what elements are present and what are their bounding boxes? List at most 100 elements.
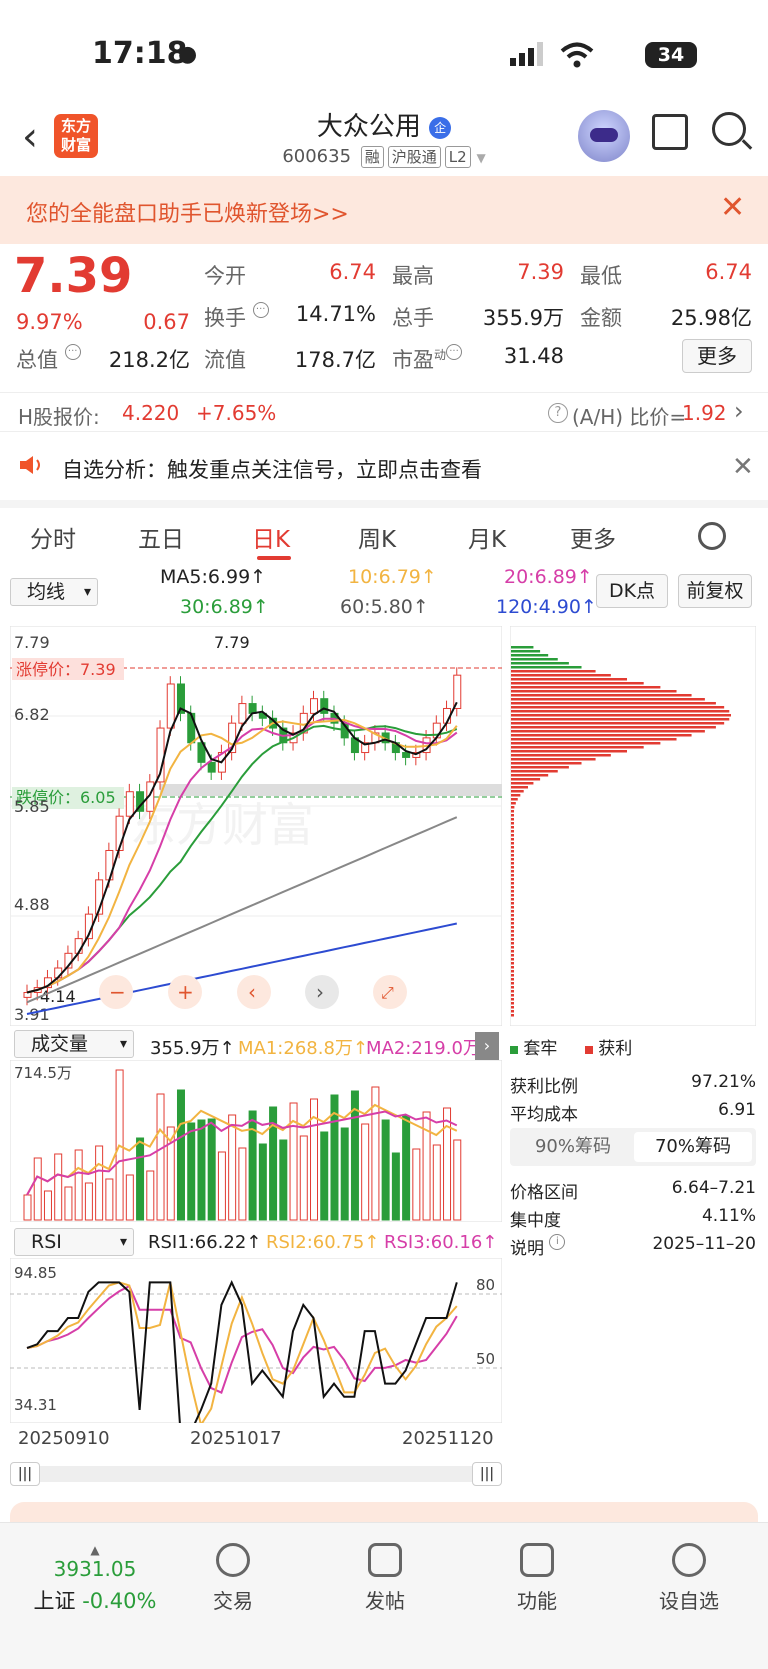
volume-bar [248,1110,257,1221]
avg-cost-value: 6.91 [718,1100,756,1120]
svg-text:⤢: ⤢ [381,983,394,1002]
indicator-select[interactable]: 均线 [10,578,98,606]
chip-bar [511,866,514,869]
chip-bar [511,726,716,729]
seg-70[interactable]: 70%筹码 [634,1132,752,1162]
rsi-80-label: 80 [476,1276,495,1294]
rsi-header: RSI RSI1:66.22↑ RSI2:60.75↑ RSI3:60.16↑ [0,1228,505,1258]
volume-ma1: MA1:268.8万↑ [238,1038,368,1059]
tab-weekly-k[interactable]: 周K [358,520,396,554]
rsi-select[interactable]: RSI [14,1228,134,1256]
tab-monthly-k[interactable]: 月K [468,520,506,554]
chevron-down-icon[interactable]: ▼ [476,151,485,165]
high-label: 最高 [392,264,434,288]
chip-bar [511,958,514,961]
chip-bar [511,686,661,689]
stock-header: ‹ 东方 财富 大众公用 企 600635 融沪股通 L2 ▼ [0,100,768,176]
nav-add-watchlist[interactable]: 设自选 [634,1543,744,1614]
enterprise-icon: 企 [429,116,452,139]
chip-bar [511,946,514,949]
volume-bar [443,1107,452,1221]
dk-point-button[interactable]: DK点 [596,574,668,608]
chip-bar [511,878,514,881]
chip-bar [511,694,692,697]
svg-text:‹: ‹ [248,980,256,1004]
chip-bar [511,658,558,661]
chip-bar [511,998,514,1001]
close-icon[interactable]: ✕ [720,190,745,225]
collapse-handle-icon[interactable]: › [475,1032,499,1060]
volume-bar [402,1115,411,1221]
chart-scrollbar[interactable]: ||| ||| [10,1460,502,1488]
date-end: 20251120 [402,1428,494,1449]
help-icon[interactable]: ? [548,403,568,423]
chevron-right-icon[interactable]: › [734,397,744,425]
chip-bar [511,978,514,981]
tab-more[interactable]: 更多 [570,520,616,554]
volume-bar [238,1147,247,1221]
tab-five-day[interactable]: 五日 [138,520,184,554]
legend-profit: 获利 [598,1039,633,1059]
candle [238,703,247,724]
tag-margin: 融 [360,146,384,168]
limit-up-label: 涨停价：7.39 [16,660,116,679]
quote-panel: 7.39 9.97% 0.67 总值 ··· 218.2亿 今开 6.74 换手… [0,244,768,374]
chip-info-panel: 套牢 获利 获利比例 97.21% 平均成本 6.91 90%筹码 70%筹码 价格… [510,1030,760,1270]
index-quote[interactable]: ▲ 3931.05 上证 -0.40% [20,1543,170,1615]
nav-post[interactable]: 发帖 [330,1543,440,1614]
search-icon[interactable] [712,112,746,146]
assistant-robot-icon[interactable] [578,110,630,162]
rsi2-value: RSI2:60.75↑ [266,1232,380,1253]
chip-bar [511,934,514,937]
tag-l2: L2 [444,146,471,168]
kline-chart[interactable]: 东方财富 涨停价：7.39 跌停价：6.05 7.79 6.82 5.85 4.… [10,626,502,1026]
volume-bar [136,1137,145,1221]
volume-select[interactable]: 成交量 [14,1030,134,1058]
legend-trap: 套牢 [523,1039,558,1059]
hshare-row[interactable]: H股报价: 4.220 +7.65% ? (A/H) 比价= 1.92 › [0,392,768,432]
chip-bar [511,646,534,649]
volume-bar [228,1114,237,1221]
svg-text:+: + [177,980,194,1004]
y-label-3: 5.85 [14,797,50,816]
banner-text[interactable]: 您的全能盘口助手已焕新登场>> [26,196,349,228]
more-button[interactable]: 更多 [682,339,752,373]
volume-bar [187,1122,196,1221]
nav-functions[interactable]: 功能 [482,1543,592,1614]
scroll-handle-left[interactable]: ||| [10,1462,40,1486]
chip-bar [511,710,730,713]
pre-adjust-button[interactable]: 前复权 [678,574,752,608]
chip-bar [511,798,518,801]
tab-intraday[interactable]: 分时 [30,520,76,554]
chip-bar [511,994,514,997]
chip-bar [511,954,514,957]
chip-bar [511,822,514,825]
triangle-up-icon: ▲ [90,1543,100,1557]
notice-text[interactable]: 自选分析：触发重点关注信号，立即点击查看 [62,454,482,484]
candle [207,761,216,773]
chip-bar [511,854,514,857]
info-icon[interactable]: i [549,1234,566,1250]
close-icon[interactable]: ✕ [732,452,754,482]
notice-bar[interactable]: 自选分析：触发重点关注信号，立即点击查看 ✕ [0,442,768,496]
share-icon[interactable] [652,114,688,150]
ma10-value: 10:6.79↑ [348,566,437,588]
chip-bar [511,758,596,761]
pe-label: 市盈动 ··· [392,344,463,374]
chip-bar [511,962,514,965]
assistant-banner[interactable]: 您的全能盘口助手已焕新登场>> ✕ [0,176,768,244]
hshare-change: +7.65% [196,401,277,425]
volume-bar [258,1143,267,1221]
chip-bar [511,1010,514,1013]
seg-90[interactable]: 90%筹码 [514,1132,632,1162]
chip-bar [511,982,514,985]
gear-icon[interactable] [698,522,726,550]
tab-daily-k[interactable]: 日K [252,520,290,554]
ma5-value: MA5:6.99↑ [160,566,267,588]
chip-bar [511,746,644,749]
scroll-handle-right[interactable]: ||| [472,1462,502,1486]
chip-bar [511,890,514,893]
chip-bar [511,790,524,793]
chip-bar [511,762,582,765]
nav-trade[interactable]: 交易 [178,1543,288,1614]
